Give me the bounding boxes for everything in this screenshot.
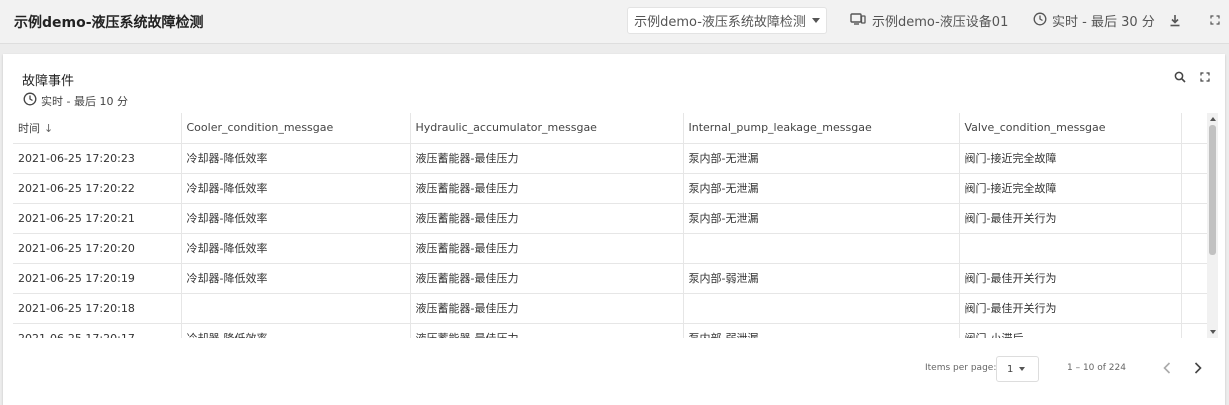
- top-bar: 示例demo-液压系统故障检测 示例demo-液压系统故障检测 示例demo-液…: [0, 0, 1229, 44]
- table-scrollbar[interactable]: [1207, 113, 1218, 338]
- download-icon[interactable]: [1167, 12, 1183, 28]
- time-range-selector[interactable]: 实时 - 最后 30 分: [1033, 7, 1155, 34]
- cell-accumulator: 液压蓄能器-最佳压力: [410, 143, 684, 174]
- dashboard-select-value: 示例demo-液压系统故障检测: [634, 15, 806, 30]
- table-row[interactable]: 2021-06-25 17:20:21 冷却器-降低效率 液压蓄能器-最佳压力 …: [13, 203, 1208, 234]
- cell-valve: 阀门-最佳开关行为: [959, 263, 1182, 294]
- cell-valve: 阀门-最佳开关行为: [959, 293, 1182, 324]
- items-per-page-select[interactable]: 1: [996, 356, 1039, 382]
- clock-icon: [23, 92, 37, 109]
- cell-valve: 阀门-最佳开关行为: [959, 203, 1182, 234]
- paginator: Items per page: 1 1 – 10 of 224: [3, 352, 1225, 384]
- cell-spacer: [1181, 143, 1208, 174]
- cell-spacer: [1181, 293, 1208, 324]
- cell-cooler: 冷却器-降低效率: [181, 173, 411, 204]
- cell-pump-leakage: 泵内部-无泄漏: [683, 143, 960, 174]
- scrollbar-thumb[interactable]: [1209, 125, 1216, 255]
- cell-accumulator: 液压蓄能器-最佳压力: [410, 263, 684, 294]
- cell-cooler: 冷却器-降低效率: [181, 263, 411, 294]
- items-per-page-value: 1: [1007, 363, 1014, 375]
- cell-pump-leakage: 泵内部-无泄漏: [683, 173, 960, 204]
- next-page-button[interactable]: [1189, 359, 1207, 377]
- cell-accumulator: 液压蓄能器-最佳压力: [410, 293, 684, 324]
- cell-spacer: [1181, 203, 1208, 234]
- cell-time: 2021-06-25 17:20:18: [13, 293, 182, 324]
- device-icon: [850, 12, 866, 30]
- previous-page-button[interactable]: [1158, 359, 1176, 377]
- cell-time: 2021-06-25 17:20:19: [13, 263, 182, 294]
- scroll-up-icon[interactable]: [1210, 117, 1216, 121]
- fault-events-card: 故障事件 实时 - 最后 10 分 时间 ↓ Cooler_condition_m…: [3, 54, 1225, 405]
- dashboard-title: 示例demo-液压系统故障检测: [14, 15, 204, 31]
- column-header-time-label: 时间: [18, 121, 40, 135]
- cell-accumulator: 液压蓄能器-最佳压力: [410, 203, 684, 234]
- table-row[interactable]: 2021-06-25 17:20:18 液压蓄能器-最佳压力 阀门-最佳开关行为: [13, 293, 1208, 324]
- column-header-spacer: [1181, 113, 1208, 144]
- cell-accumulator: 液压蓄能器-最佳压力: [410, 233, 684, 264]
- cell-valve: 阀门-接近完全故障: [959, 143, 1182, 174]
- column-header-valve[interactable]: Valve_condition_messgae: [959, 113, 1182, 144]
- time-range-label: 实时 - 最后 30 分: [1052, 15, 1155, 30]
- cell-cooler: 冷却器-降低效率: [181, 323, 411, 338]
- chevron-left-icon: [1163, 362, 1171, 374]
- column-header-cooler[interactable]: Cooler_condition_messgae: [181, 113, 411, 144]
- table-row[interactable]: 2021-06-25 17:20:20 冷却器-降低效率 液压蓄能器-最佳压力: [13, 233, 1208, 264]
- column-header-accumulator[interactable]: Hydraulic_accumulator_messgae: [410, 113, 684, 144]
- events-table-container: 时间 ↓ Cooler_condition_messgae Hydraulic_a…: [13, 113, 1218, 338]
- device-name: 示例demo-液压设备01: [872, 15, 1009, 30]
- search-icon[interactable]: [1173, 70, 1187, 84]
- cell-cooler: 冷却器-降低效率: [181, 143, 411, 174]
- chevron-down-icon: [1019, 367, 1026, 371]
- table-row[interactable]: 2021-06-25 17:20:22 冷却器-降低效率 液压蓄能器-最佳压力 …: [13, 173, 1208, 204]
- cell-time: 2021-06-25 17:20:22: [13, 173, 182, 204]
- cell-cooler: 冷却器-降低效率: [181, 203, 411, 234]
- cell-time: 2021-06-25 17:20:17: [13, 323, 182, 338]
- chevron-right-icon: [1194, 362, 1202, 374]
- column-header-time[interactable]: 时间 ↓: [13, 113, 182, 144]
- items-per-page-label: Items per page:: [925, 363, 997, 373]
- cell-valve: 阀门-接近完全故障: [959, 173, 1182, 204]
- dashboard-select[interactable]: 示例demo-液压系统故障检测: [627, 7, 827, 34]
- table-header-row: 时间 ↓ Cooler_condition_messgae Hydraulic_a…: [13, 113, 1208, 144]
- sort-down-icon: ↓: [44, 121, 54, 135]
- cell-spacer: [1181, 233, 1208, 264]
- cell-accumulator: 液压蓄能器-最佳压力: [410, 323, 684, 338]
- cell-time: 2021-06-25 17:20:21: [13, 203, 182, 234]
- cell-cooler: 冷却器-降低效率: [181, 233, 411, 264]
- chevron-down-icon: [811, 18, 820, 23]
- cell-spacer: [1181, 263, 1208, 294]
- card-time-window-label: 实时 - 最后 10 分: [41, 94, 128, 108]
- table-row[interactable]: 2021-06-25 17:20:23 冷却器-降低效率 液压蓄能器-最佳压力 …: [13, 143, 1208, 174]
- card-title: 故障事件: [22, 74, 75, 89]
- cell-time: 2021-06-25 17:20:20: [13, 233, 182, 264]
- card-time-window: 实时 - 最后 10 分: [23, 92, 128, 109]
- scroll-down-icon[interactable]: [1210, 330, 1216, 334]
- cell-time: 2021-06-25 17:20:23: [13, 143, 182, 174]
- cell-spacer: [1181, 323, 1208, 338]
- cell-accumulator: 液压蓄能器-最佳压力: [410, 173, 684, 204]
- cell-spacer: [1181, 173, 1208, 204]
- device-selector[interactable]: 示例demo-液压设备01: [850, 7, 1008, 34]
- fullscreen-icon[interactable]: [1198, 70, 1212, 84]
- column-header-pump-leakage[interactable]: Internal_pump_leakage_messgae: [683, 113, 960, 144]
- cell-valve: 阀门-小滞后: [959, 323, 1182, 338]
- events-table: 时间 ↓ Cooler_condition_messgae Hydraulic_a…: [13, 113, 1208, 338]
- cell-pump-leakage: 泵内部-弱泄漏: [683, 263, 960, 294]
- table-row[interactable]: 2021-06-25 17:20:19 冷却器-降低效率 液压蓄能器-最佳压力 …: [13, 263, 1208, 294]
- cell-pump-leakage: [683, 293, 960, 324]
- table-row[interactable]: 2021-06-25 17:20:17 冷却器-降低效率 液压蓄能器-最佳压力 …: [13, 323, 1208, 338]
- page-range-label: 1 – 10 of 224: [1067, 363, 1126, 373]
- cell-pump-leakage: 泵内部-弱泄漏: [683, 323, 960, 338]
- fullscreen-icon[interactable]: [1207, 12, 1223, 28]
- cell-pump-leakage: [683, 233, 960, 264]
- clock-icon: [1033, 12, 1047, 30]
- cell-pump-leakage: 泵内部-无泄漏: [683, 203, 960, 234]
- cell-cooler: [181, 293, 411, 324]
- cell-valve: [959, 233, 1182, 264]
